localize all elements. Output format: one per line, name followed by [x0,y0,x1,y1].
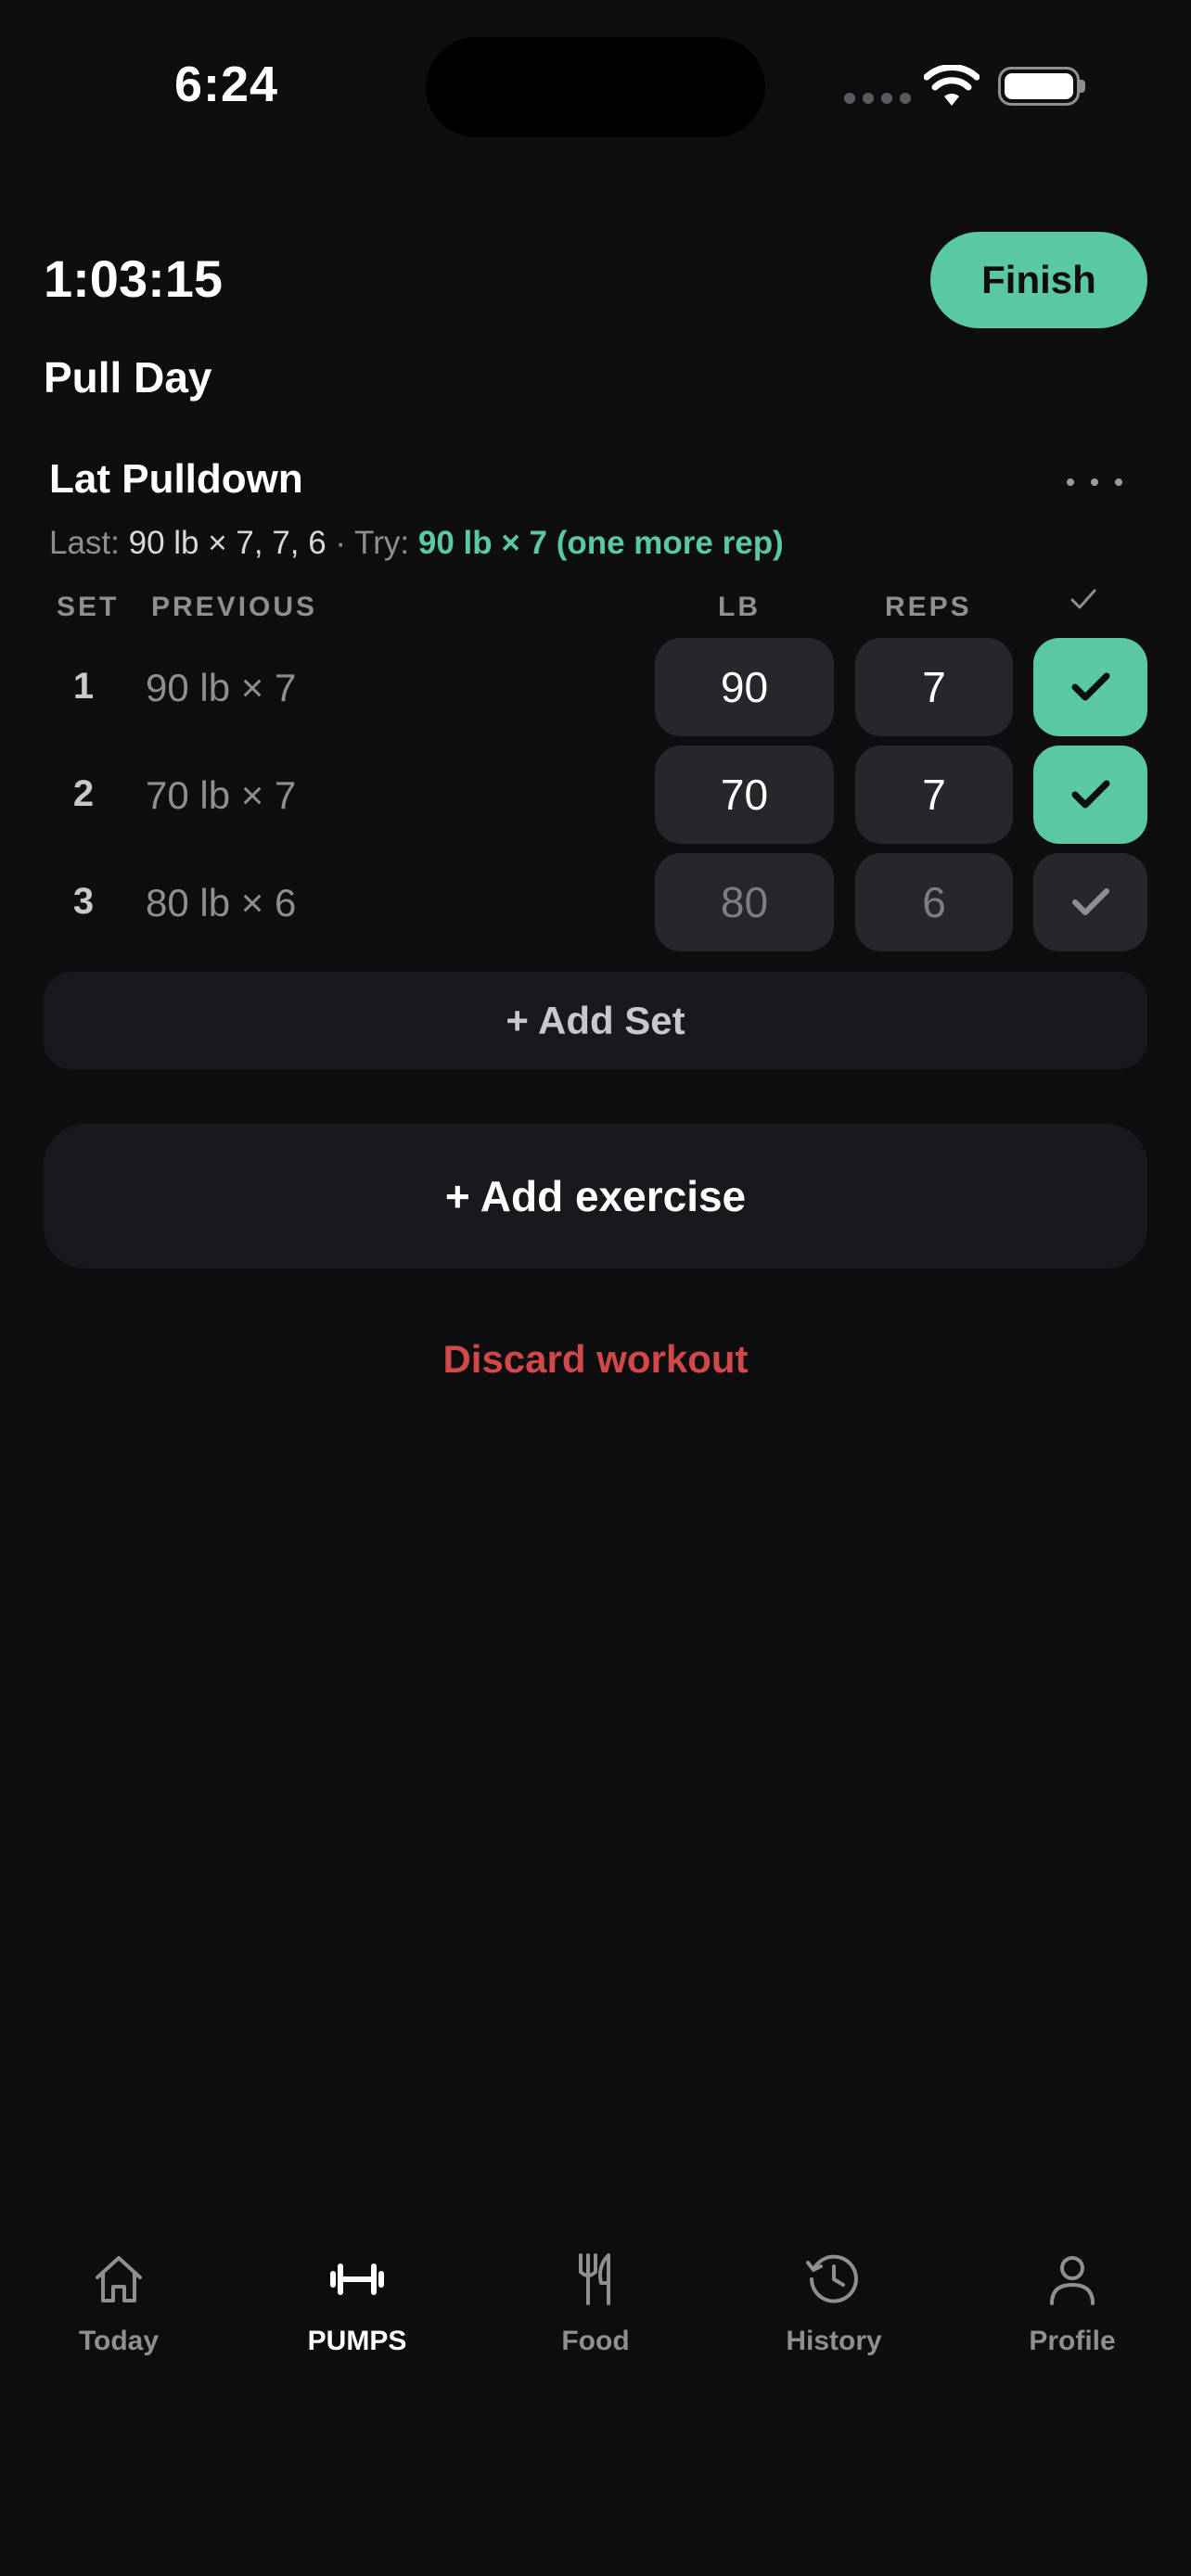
finish-button[interactable]: Finish [930,232,1147,328]
complete-set-button[interactable] [1033,853,1147,951]
person-icon [1050,2256,1095,2305]
status-time: 6:24 [174,57,279,112]
home-icon [96,2256,142,2302]
set-previous[interactable]: 70 lb × 7 [146,773,296,818]
weight-input[interactable]: 80 [655,853,834,951]
column-header-previous: PREVIOUS [151,592,318,622]
tab-food[interactable]: Food [503,2250,688,2357]
set-previous[interactable]: 80 lb × 6 [146,881,296,925]
history-icon [806,2254,858,2303]
cellular-signal-icon [844,93,911,104]
add-exercise-button[interactable]: + Add exercise [44,1124,1147,1269]
complete-set-button[interactable] [1033,638,1147,736]
add-set-button[interactable]: + Add Set [44,972,1147,1069]
workout-title[interactable]: Pull Day [44,352,212,402]
weight-input[interactable]: 70 [655,746,834,844]
dynamic-island [426,37,765,137]
reps-input[interactable]: 7 [855,638,1013,736]
set-row: 1 90 lb × 7 90 7 [0,638,1191,736]
set-row: 3 80 lb × 6 80 6 [0,853,1191,951]
set-number: 2 [72,773,95,814]
elapsed-timer: 1:03:15 [44,249,224,308]
set-number: 3 [72,881,95,922]
weight-input[interactable]: 90 [655,638,834,736]
set-previous[interactable]: 90 lb × 7 [146,666,296,710]
exercise-name[interactable]: Lat Pulldown [49,456,303,503]
last-performance-hint: Last: 90 lb × 7, 7, 6 · Try: 90 lb × 7 (… [49,525,784,561]
checkmark-icon [1071,780,1109,809]
discard-workout-button[interactable]: Discard workout [0,1337,1191,1382]
reps-input[interactable]: 6 [855,853,1013,951]
tab-today[interactable]: Today [26,2250,211,2357]
try-suggestion: 90 lb × 7 (one more rep) [417,525,784,561]
complete-set-button[interactable] [1033,746,1147,844]
reps-input[interactable]: 7 [855,746,1013,844]
wifi-icon [924,65,980,106]
tab-pumps[interactable]: PUMPS [264,2250,450,2357]
column-header-check-icon [1070,589,1096,609]
column-header-set: SET [57,592,120,622]
checkmark-icon [1071,888,1109,915]
fork-knife-icon [579,2253,610,2305]
checkmark-icon [1071,672,1109,701]
more-options-icon[interactable] [1067,468,1122,496]
battery-icon [998,67,1080,106]
set-row: 2 70 lb × 7 70 7 [0,746,1191,844]
status-bar: 6:24 [0,0,1191,176]
column-header-reps: REPS [885,592,972,622]
tab-history[interactable]: History [741,2250,927,2357]
tab-bar: Today PUMPS Food History Profile [0,2225,1191,2411]
dumbbell-icon [330,2264,384,2295]
set-number: 1 [72,666,95,707]
tab-profile[interactable]: Profile [980,2250,1165,2357]
column-header-lb: LB [718,592,761,622]
